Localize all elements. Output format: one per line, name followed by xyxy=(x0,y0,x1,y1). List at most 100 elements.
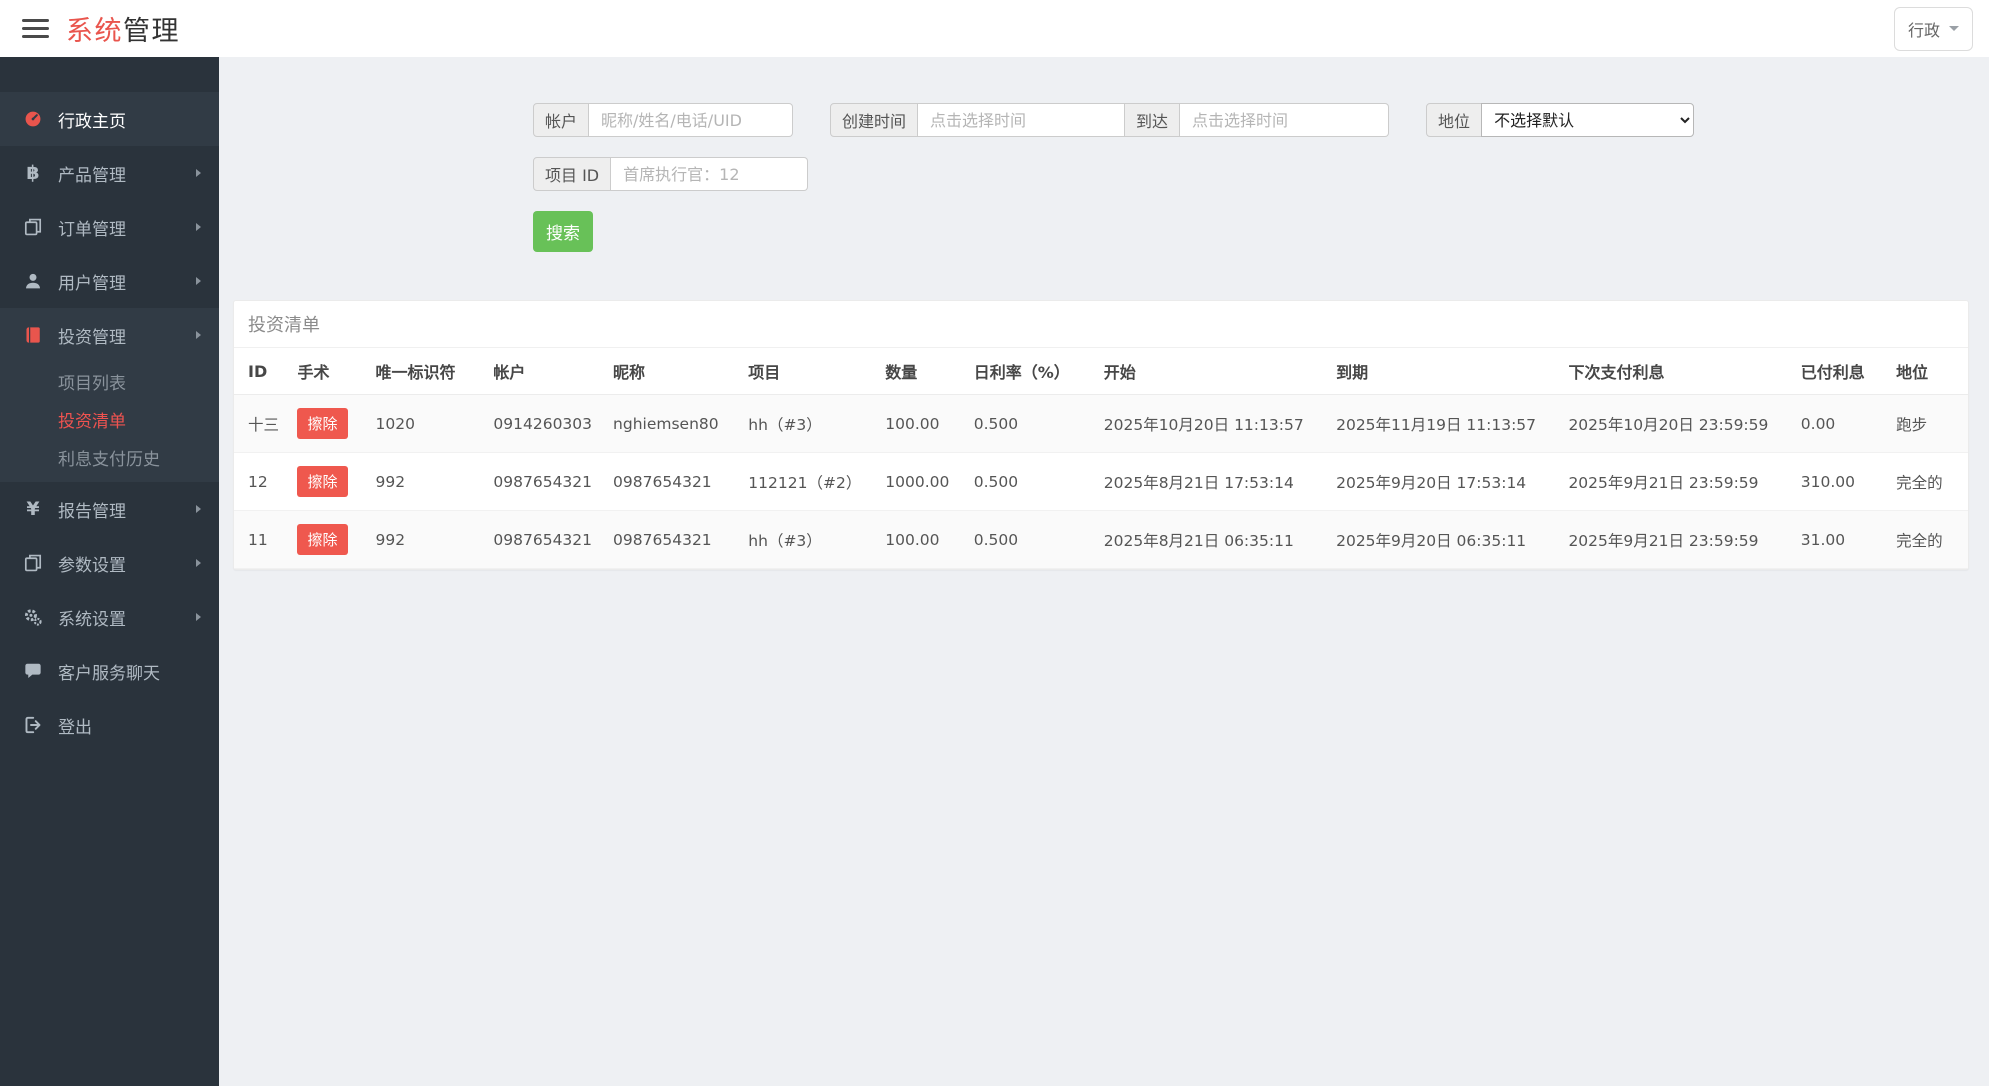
sidebar-item-label: 产品管理 xyxy=(58,165,126,186)
chevron-right-icon xyxy=(196,613,201,621)
hamburger-menu-icon[interactable] xyxy=(22,14,49,43)
delete-button[interactable]: 擦除 xyxy=(297,408,348,439)
sidebar-item-parameter-settings[interactable]: 参数设置 xyxy=(0,536,219,590)
column-header: 数量 xyxy=(877,348,966,395)
sidebar-item-label: 报告管理 xyxy=(58,501,126,522)
yen-icon: ¥ xyxy=(26,497,40,520)
chevron-right-icon xyxy=(196,331,201,339)
column-header: 唯一标识符 xyxy=(367,348,486,395)
sidebar-item-order-management[interactable]: 订单管理 xyxy=(0,200,219,254)
project-id-filter-group: 项目 ID xyxy=(533,157,809,191)
sidebar-group-investment-management: 投资管理 项目列表 投资清单 利息支付历史 xyxy=(0,308,219,482)
sidebar-item-customer-service-chat[interactable]: 客户服务聊天 xyxy=(0,644,219,698)
params-icon xyxy=(21,554,45,572)
sidebar-subitem-project-list[interactable]: 项目列表 xyxy=(0,362,219,400)
sidebar-item-investment-management[interactable]: 投资管理 xyxy=(0,308,219,362)
user-menu-button[interactable]: 行政 xyxy=(1893,6,1973,51)
cell-status: 跑步 xyxy=(1888,394,1968,453)
sidebar-group-customer-service-chat: 客户服务聊天 xyxy=(0,644,219,698)
project-id-label: 项目 ID xyxy=(533,157,612,191)
gears-icon xyxy=(21,608,45,626)
table-header-row: ID 手术 唯一标识符 帐户 昵称 项目 数量 日利率（%） 开始 到期 下次支付利息 已付利息 地位 xyxy=(234,348,1968,395)
cell-project: 112121（#2） xyxy=(740,452,878,511)
cell-uid: 992 xyxy=(367,510,486,569)
cell-uid: 1020 xyxy=(367,394,486,453)
sidebar-group-parameter-settings: 参数设置 xyxy=(0,536,219,590)
filter-row-2: 项目 ID xyxy=(533,157,1969,191)
status-filter-group: 地位 不选择默认 xyxy=(1426,103,1695,137)
logout-icon xyxy=(21,716,45,734)
sidebar-subitem-interest-payment-history[interactable]: 利息支付历史 xyxy=(0,438,219,476)
search-button[interactable]: 搜索 xyxy=(533,211,593,252)
delete-button[interactable]: 擦除 xyxy=(297,524,348,555)
top-header: 系统管理 行政 xyxy=(0,0,1989,57)
project-id-input[interactable] xyxy=(611,157,809,191)
until-time-input[interactable] xyxy=(1180,103,1390,137)
sidebar-item-label: 客户服务聊天 xyxy=(58,663,160,684)
cell-operation: 擦除 xyxy=(289,510,368,569)
sidebar-item-admin-home[interactable]: 行政主页 xyxy=(0,92,219,146)
sidebar-item-report-management[interactable]: ¥ 报告管理 xyxy=(0,482,219,536)
app-logo: 系统管理 xyxy=(66,9,180,48)
cell-id: 12 xyxy=(234,452,290,511)
chevron-right-icon xyxy=(196,505,201,513)
cell-next_pay: 2025年10月20日 23:59:59 xyxy=(1560,394,1793,453)
column-header: 已付利息 xyxy=(1792,348,1889,395)
sidebar-group-system-settings: 系统设置 xyxy=(0,590,219,644)
cell-expire: 2025年9月20日 17:53:14 xyxy=(1328,452,1561,511)
cell-paid: 31.00 xyxy=(1792,510,1889,569)
cell-nickname: 0987654321 xyxy=(605,510,741,569)
sidebar-item-label: 订单管理 xyxy=(58,219,126,240)
cell-paid: 0.00 xyxy=(1792,394,1889,453)
cell-rate: 0.500 xyxy=(965,510,1096,569)
cell-amount: 100.00 xyxy=(877,510,966,569)
filter-row-3: 搜索 xyxy=(533,211,1969,252)
sidebar-item-user-management[interactable]: 用户管理 xyxy=(0,254,219,308)
time-range-filter-group: 创建时间 到达 xyxy=(830,103,1390,137)
cell-rate: 0.500 xyxy=(965,394,1096,453)
chat-icon xyxy=(21,662,45,680)
sidebar-item-logout[interactable]: 登出 xyxy=(0,698,219,752)
status-select[interactable]: 不选择默认 xyxy=(1481,103,1695,137)
sidebar-group-user-management: 用户管理 xyxy=(0,254,219,308)
sidebar-item-label: 系统设置 xyxy=(58,609,126,630)
sidebar-item-system-settings[interactable]: 系统设置 xyxy=(0,590,219,644)
cell-id: 11 xyxy=(234,510,290,569)
cell-start: 2025年8月21日 06:35:11 xyxy=(1095,510,1329,569)
users-icon xyxy=(21,272,45,290)
column-header: ID xyxy=(234,348,290,395)
account-input[interactable] xyxy=(589,103,794,137)
cell-start: 2025年10月20日 11:13:57 xyxy=(1095,394,1329,453)
cell-uid: 992 xyxy=(367,452,486,511)
cell-expire: 2025年11月19日 11:13:57 xyxy=(1328,394,1561,453)
investment-list-card: 投资清单 ID 手术 唯一标识符 帐户 昵称 项目 数量 日利率（%） 开始 到期 下次支付利息 已付… xyxy=(233,300,1969,570)
sidebar-subitem-investment-list[interactable]: 投资清单 xyxy=(0,400,219,438)
search-filters: 帐户 创建时间 到达 地位 不选择默认 项目 ID xyxy=(533,103,1969,252)
chevron-right-icon xyxy=(196,169,201,177)
caret-down-icon xyxy=(1949,26,1959,31)
cell-project: hh（#3） xyxy=(740,394,878,453)
cell-amount: 100.00 xyxy=(877,394,966,453)
chevron-right-icon xyxy=(196,559,201,567)
sidebar-group-product-management: ฿ 产品管理 xyxy=(0,146,219,200)
sidebar-item-label: 用户管理 xyxy=(58,273,126,294)
sidebar-group-report-management: ¥ 报告管理 xyxy=(0,482,219,536)
cell-paid: 310.00 xyxy=(1792,452,1889,511)
brand-dark-text: 管理 xyxy=(123,16,180,47)
brand-red-text: 系统 xyxy=(66,16,123,47)
orders-icon xyxy=(21,218,45,236)
main-content: 帐户 创建时间 到达 地位 不选择默认 项目 ID xyxy=(219,0,1989,570)
sidebar-item-label: 参数设置 xyxy=(58,555,126,576)
sidebar-group-order-management: 订单管理 xyxy=(0,200,219,254)
created-time-input[interactable] xyxy=(918,103,1126,137)
cell-operation: 擦除 xyxy=(289,452,368,511)
sidebar-item-label: 行政主页 xyxy=(58,111,126,132)
investment-table: ID 手术 唯一标识符 帐户 昵称 项目 数量 日利率（%） 开始 到期 下次支付利息 已付利息 地位 … xyxy=(234,348,1968,569)
sidebar-item-product-management[interactable]: ฿ 产品管理 xyxy=(0,146,219,200)
cell-expire: 2025年9月20日 06:35:11 xyxy=(1328,510,1561,569)
cell-rate: 0.500 xyxy=(965,452,1096,511)
column-header: 日利率（%） xyxy=(965,348,1096,395)
column-header: 开始 xyxy=(1095,348,1329,395)
sidebar-group-admin-home: 行政主页 xyxy=(0,92,219,146)
delete-button[interactable]: 擦除 xyxy=(297,466,348,497)
